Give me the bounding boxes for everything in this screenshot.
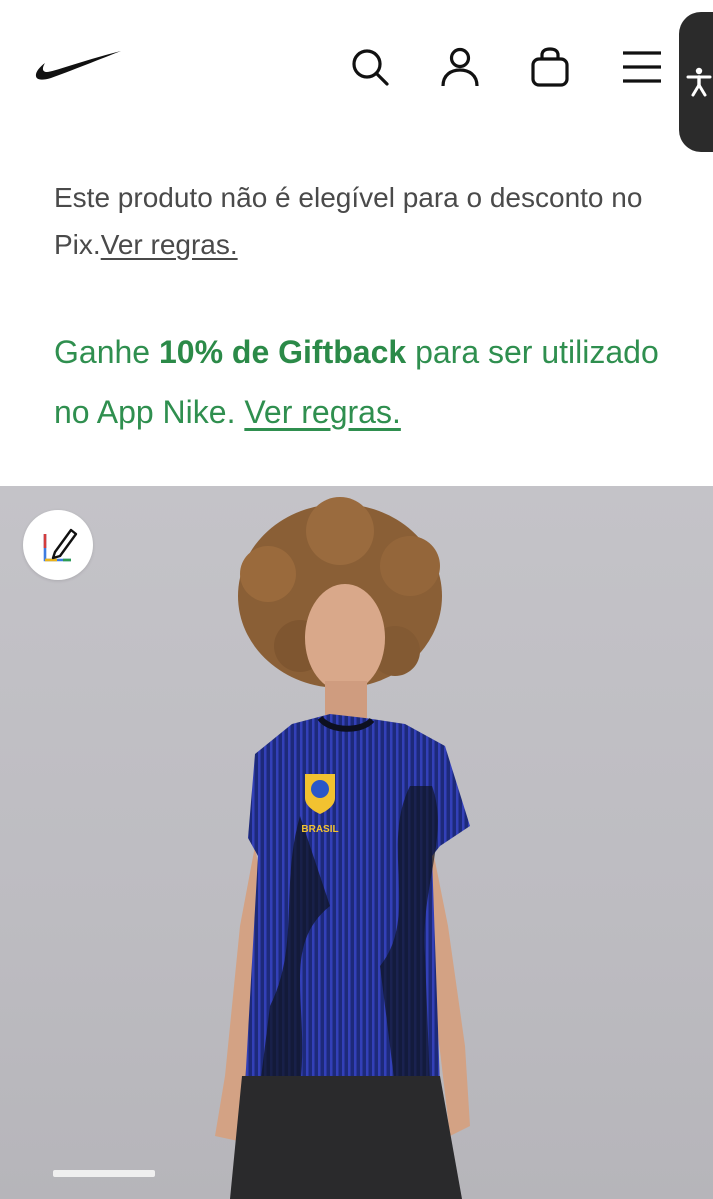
- giftback-prefix: Ganhe: [54, 334, 159, 370]
- pix-notice: Este produto não é elegível para o desco…: [54, 174, 674, 268]
- accessibility-icon: [686, 67, 712, 97]
- giftback-promo: Ganhe 10% de Giftback para ser utilizado…: [54, 322, 674, 442]
- menu-button[interactable]: [619, 44, 665, 90]
- product-image[interactable]: BRASIL: [0, 486, 713, 1199]
- jersey-text: BRASIL: [301, 824, 338, 835]
- edit-note-button[interactable]: [23, 510, 93, 580]
- carousel-progress: [53, 1170, 155, 1177]
- header: [0, 0, 713, 152]
- search-icon: [352, 49, 389, 86]
- account-button[interactable]: [437, 44, 483, 90]
- giftback-highlight: 10% de Giftback: [158, 334, 407, 370]
- search-button[interactable]: [347, 44, 393, 90]
- menu-icon: [623, 51, 661, 83]
- user-icon: [441, 47, 479, 87]
- pix-rules-link[interactable]: Ver regras.: [101, 229, 238, 260]
- bag-icon: [531, 47, 569, 87]
- nike-swoosh-icon[interactable]: [33, 48, 123, 84]
- giftback-rules-link[interactable]: Ver regras.: [244, 394, 401, 430]
- bag-button[interactable]: [527, 44, 573, 90]
- accessibility-button[interactable]: [679, 12, 713, 152]
- edit-note-icon: [43, 528, 78, 562]
- model-wearing-jersey: BRASIL: [215, 497, 470, 1199]
